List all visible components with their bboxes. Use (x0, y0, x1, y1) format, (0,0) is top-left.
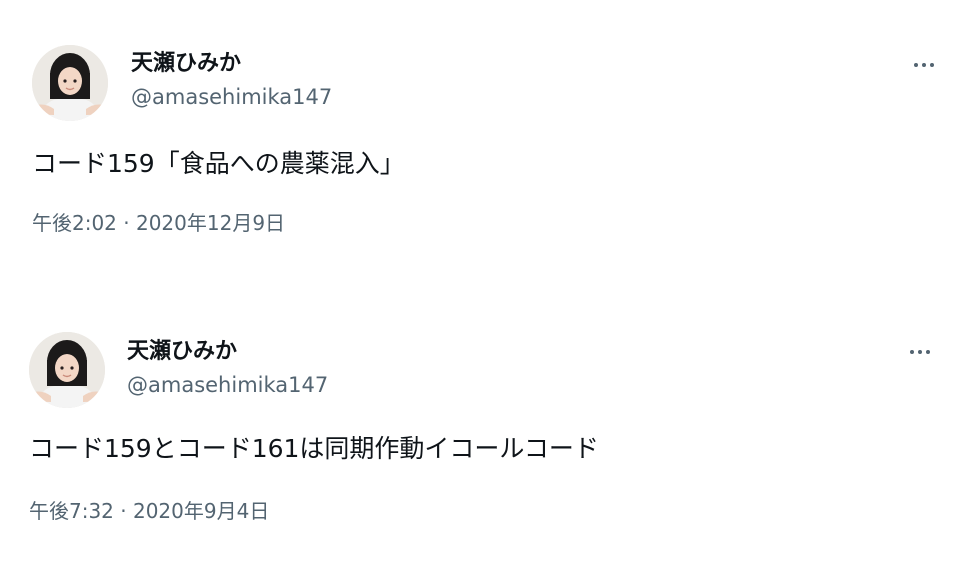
profile-photo-icon (29, 332, 105, 408)
profile-photo-icon (32, 45, 108, 121)
tweet-timestamp[interactable]: 午後2:02 · 2020年12月9日 (32, 209, 285, 237)
user-handle[interactable]: @amasehimika147 (131, 83, 332, 111)
more-options-icon (930, 63, 934, 67)
avatar[interactable] (32, 45, 108, 121)
tweet-card[interactable]: 天瀬ひみか @amasehimika147 コード159「食品への農薬混入」 午… (0, 0, 964, 270)
user-handle[interactable]: @amasehimika147 (127, 371, 328, 399)
tweet-text: コード159「食品への農薬混入」 (32, 149, 405, 178)
display-name[interactable]: 天瀬ひみか (127, 338, 237, 366)
more-options-icon (918, 350, 922, 354)
more-options-icon (910, 350, 914, 354)
avatar[interactable] (29, 332, 105, 408)
more-options-icon (922, 63, 926, 67)
more-options-button[interactable] (900, 337, 940, 367)
more-options-button[interactable] (904, 50, 944, 80)
tweet-timestamp[interactable]: 午後7:32 · 2020年9月4日 (29, 497, 269, 525)
more-options-icon (926, 350, 930, 354)
display-name[interactable]: 天瀬ひみか (131, 50, 241, 78)
tweet-card[interactable]: 天瀬ひみか @amasehimika147 コード159とコード161は同期作動… (0, 287, 964, 557)
tweet-text: コード159とコード161は同期作動イコールコード (29, 434, 599, 463)
more-options-icon (914, 63, 918, 67)
